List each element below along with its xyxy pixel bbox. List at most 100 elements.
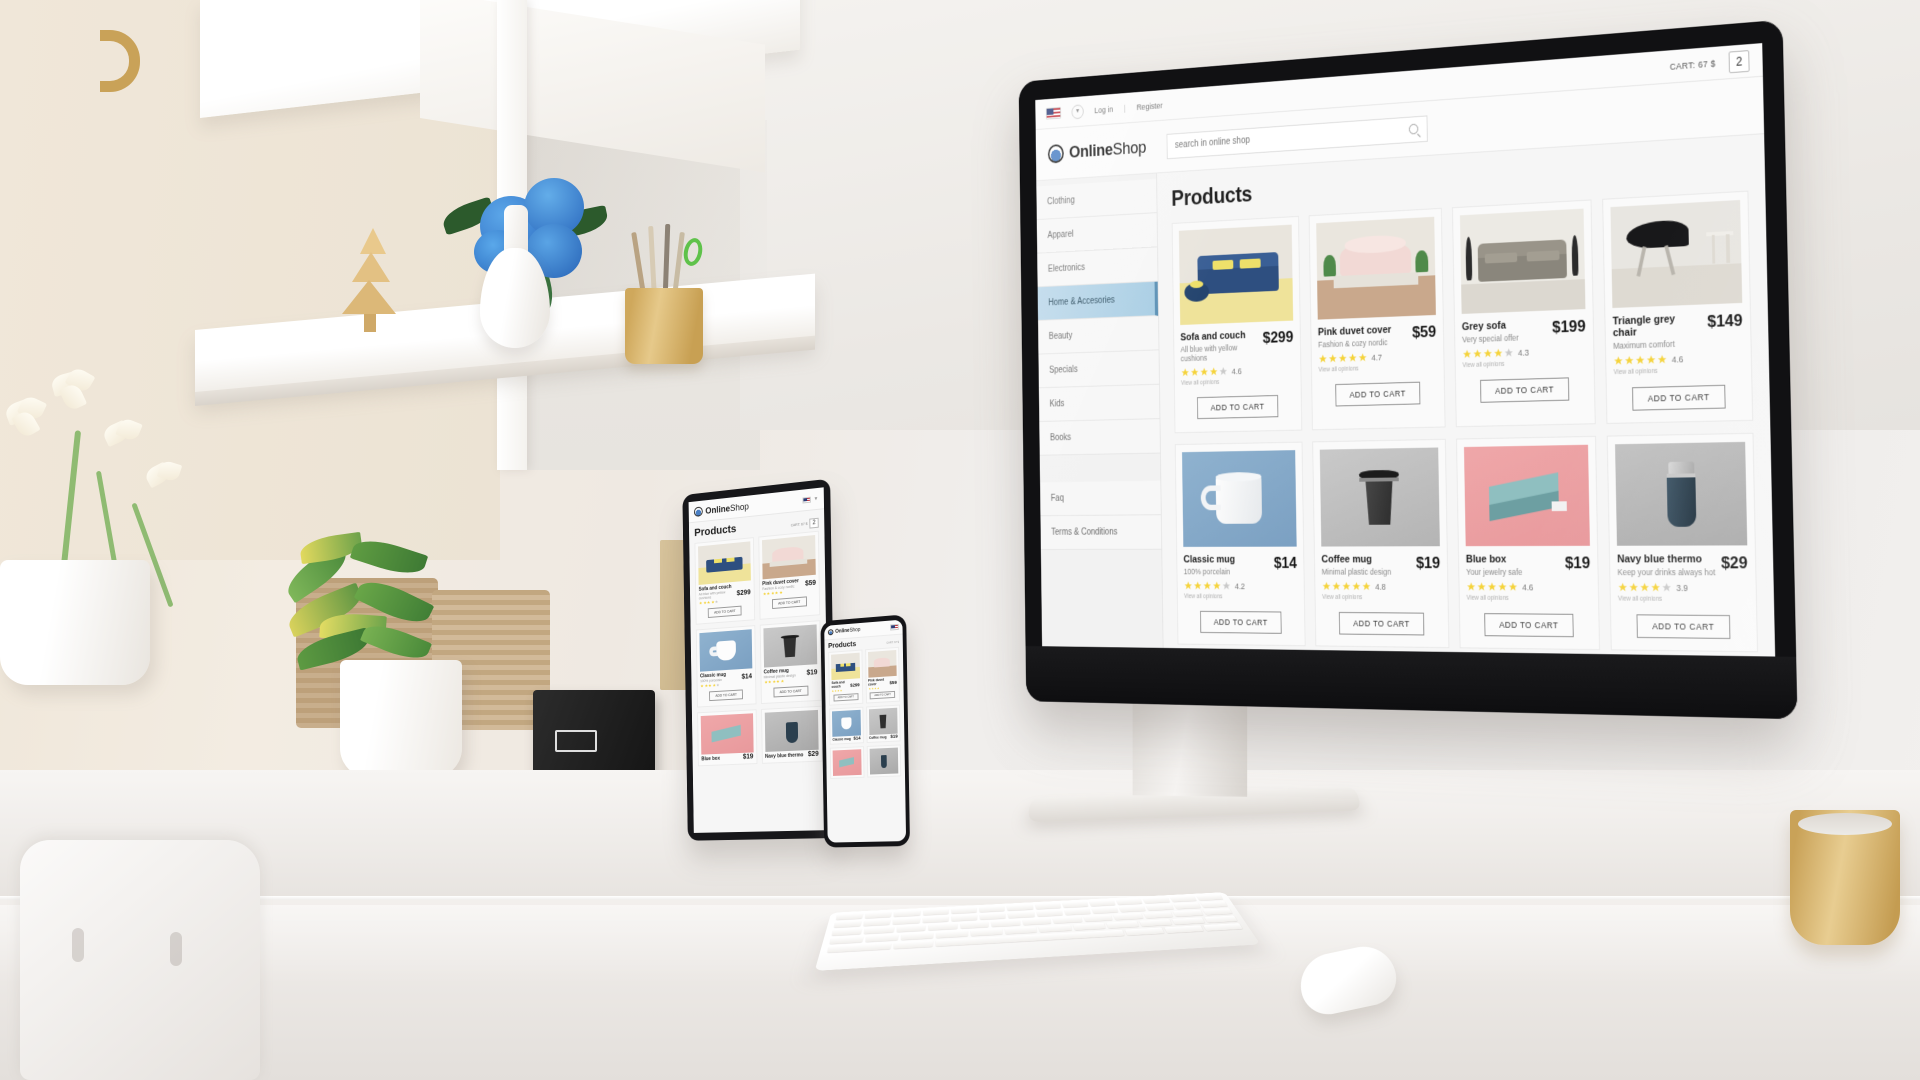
tablet-add-to-cart-button[interactable]: ADD TO CART: [707, 605, 742, 618]
phone-product-card[interactable]: Coffee mug $19: [865, 704, 901, 743]
star-icon: [840, 689, 843, 692]
star-icon: [1463, 349, 1472, 358]
add-to-cart-button[interactable]: ADD TO CART: [1484, 613, 1574, 638]
sidebar-item-books[interactable]: Books: [1039, 419, 1161, 456]
add-to-cart-button[interactable]: ADD TO CART: [1632, 384, 1726, 411]
phone-logo-text: OnlineShop: [835, 627, 860, 635]
star-icon: [716, 683, 720, 687]
phone-product-grid: Sofa and couch $299 ADD TO CART Pink duv…: [825, 646, 905, 779]
add-to-cart-button[interactable]: ADD TO CART: [1636, 614, 1731, 639]
tablet-logo-text: OnlineShop: [705, 501, 749, 515]
product-card[interactable]: Classic mug 100% porcelain $14 4.2 View …: [1174, 441, 1306, 647]
register-link[interactable]: Register: [1136, 100, 1162, 111]
add-to-cart-button[interactable]: ADD TO CART: [1338, 611, 1425, 636]
sidebar-item-electronics[interactable]: Electronics: [1037, 247, 1158, 288]
sidebar-item-beauty[interactable]: Beauty: [1038, 315, 1159, 355]
view-opinions-link[interactable]: View all opinions: [1462, 358, 1586, 369]
us-flag-icon[interactable]: [1045, 106, 1062, 120]
view-opinions-link[interactable]: View all opinions: [1318, 363, 1436, 374]
tablet-product-card[interactable]: Coffee mug Minimal plastic design $19 AD…: [759, 620, 822, 705]
star-icon: [1181, 368, 1189, 377]
product-card[interactable]: Coffee mug Minimal plastic design $19 4.…: [1312, 438, 1450, 649]
view-opinions-link[interactable]: View all opinions: [1184, 593, 1297, 600]
phone-product-card[interactable]: [866, 744, 902, 778]
tablet-add-to-cart-button[interactable]: ADD TO CART: [773, 685, 809, 698]
phone-logo-bold: Online: [835, 627, 850, 635]
star-icon: [1319, 354, 1327, 363]
view-opinions-link[interactable]: View all opinions: [1618, 596, 1749, 604]
search-input[interactable]: [1174, 124, 1409, 151]
star-icon: [1219, 367, 1227, 376]
tablet-product-image: [699, 629, 752, 672]
tablet-cart-label[interactable]: CART: 67 $: [791, 522, 808, 528]
product-card[interactable]: Blue box Your jewelry safe $19 4.6 View …: [1456, 435, 1601, 651]
us-flag-icon[interactable]: [802, 496, 811, 504]
phone-product-card[interactable]: Classic mug $14: [829, 706, 864, 745]
star-icon: [1194, 581, 1202, 590]
product-card[interactable]: Triangle grey chair Maximum comfort $149: [1602, 190, 1754, 424]
product-card[interactable]: Navy blue thermo Keep your drinks always…: [1606, 432, 1759, 653]
product-name: Triangle grey chair: [1612, 313, 1676, 340]
tablet-logo[interactable]: OnlineShop: [693, 501, 749, 517]
add-to-cart-button[interactable]: ADD TO CART: [1200, 610, 1282, 634]
tablet-product-card[interactable]: Pink duvet cover Fashion & cozy nordic $…: [757, 530, 821, 620]
desk-scene: ▼ Log in | Register CART: 67 $ 2 OnlineS…: [0, 0, 1920, 1080]
site-logo[interactable]: OnlineShop: [1047, 138, 1146, 164]
cart-total-label[interactable]: CART: 67 $: [1670, 58, 1716, 71]
product-desc: Maximum comfort: [1613, 338, 1675, 351]
product-card[interactable]: Sofa and couch All blue with yellow cush…: [1171, 215, 1303, 434]
imac-desktop-monitor: ▼ Log in | Register CART: 67 $ 2 OnlineS…: [1018, 19, 1798, 720]
product-card[interactable]: Grey sofa Very special offer $199 4.3 Vi…: [1452, 199, 1596, 428]
view-opinions-link[interactable]: View all opinions: [1181, 377, 1294, 387]
product-card[interactable]: Pink duvet cover Fashion & cozy nordic $…: [1308, 207, 1446, 431]
phone-product-card[interactable]: Sofa and couch $299 ADD TO CART: [828, 649, 863, 706]
phone-product-price: $19: [890, 733, 898, 739]
phone-product-card[interactable]: [829, 745, 865, 779]
tablet-product-card[interactable]: Classic mug 100% porcelain $14 ADD TO CA…: [695, 625, 757, 708]
sidebar-item-kids[interactable]: Kids: [1038, 384, 1160, 422]
cart-count-badge[interactable]: 2: [1728, 49, 1750, 73]
chevron-down-icon[interactable]: ▼: [814, 495, 819, 501]
us-flag-icon[interactable]: [890, 623, 899, 631]
product-image-blue-box: [1463, 444, 1590, 547]
sidebar-item-specials[interactable]: Specials: [1038, 350, 1160, 389]
phone-cart-label[interactable]: CART: 67 $: [886, 641, 899, 645]
add-to-cart-button[interactable]: ADD TO CART: [1335, 381, 1421, 407]
chevron-down-icon[interactable]: ▼: [1071, 103, 1084, 119]
product-rating-value: 3.9: [1676, 582, 1688, 593]
star-icon: [877, 687, 880, 690]
search-box[interactable]: [1166, 114, 1428, 159]
tablet-add-to-cart-button[interactable]: ADD TO CART: [709, 689, 744, 702]
sidebar-item-terms[interactable]: Terms & Conditions: [1040, 515, 1162, 550]
tablet-product-name: Navy blue thermo: [764, 752, 804, 760]
product-price: $149: [1707, 310, 1743, 331]
product-rating: 4.6: [1181, 364, 1294, 378]
tablet-product-card[interactable]: Navy blue thermo $29: [760, 705, 823, 764]
view-opinions-link[interactable]: View all opinions: [1467, 595, 1591, 602]
sidebar-item-home-accesories[interactable]: Home & Accesories: [1037, 281, 1159, 321]
view-opinions-link[interactable]: View all opinions: [1322, 594, 1441, 601]
tablet-product-image: [764, 709, 819, 752]
star-icon: [1646, 355, 1656, 364]
tablet-product-card[interactable]: Blue box $19: [697, 709, 758, 767]
monitor-screen: ▼ Log in | Register CART: 67 $ 2 OnlineS…: [1035, 43, 1776, 657]
phone-product-card[interactable]: Pink duvet cover $59 ADD TO CART: [864, 646, 900, 704]
product-rating: 4.3: [1462, 345, 1586, 360]
tablet-cart-badge[interactable]: 2: [809, 517, 819, 529]
search-icon[interactable]: [1408, 123, 1418, 135]
phone-logo[interactable]: OnlineShop: [827, 627, 860, 636]
tablet-product-card[interactable]: Sofa and couch All blue with yellow cush…: [694, 537, 755, 625]
login-link[interactable]: Log in: [1094, 104, 1113, 114]
white-plant-pot-croton: [340, 660, 462, 778]
add-to-cart-button[interactable]: ADD TO CART: [1196, 394, 1279, 420]
tablet-add-to-cart-button[interactable]: ADD TO CART: [771, 596, 807, 610]
add-to-cart-button[interactable]: ADD TO CART: [1480, 377, 1570, 403]
star-icon: [1640, 582, 1649, 592]
phone-product-price: $299: [850, 682, 860, 688]
product-image-coffee-mug: [1319, 447, 1440, 547]
phone-add-to-cart-button[interactable]: ADD TO CART: [869, 690, 896, 699]
phone-add-to-cart-button[interactable]: ADD TO CART: [833, 692, 859, 702]
sidebar-item-faq[interactable]: Faq: [1040, 480, 1161, 517]
view-opinions-link[interactable]: View all opinions: [1614, 365, 1744, 376]
product-image-classic-mug: [1182, 450, 1297, 547]
